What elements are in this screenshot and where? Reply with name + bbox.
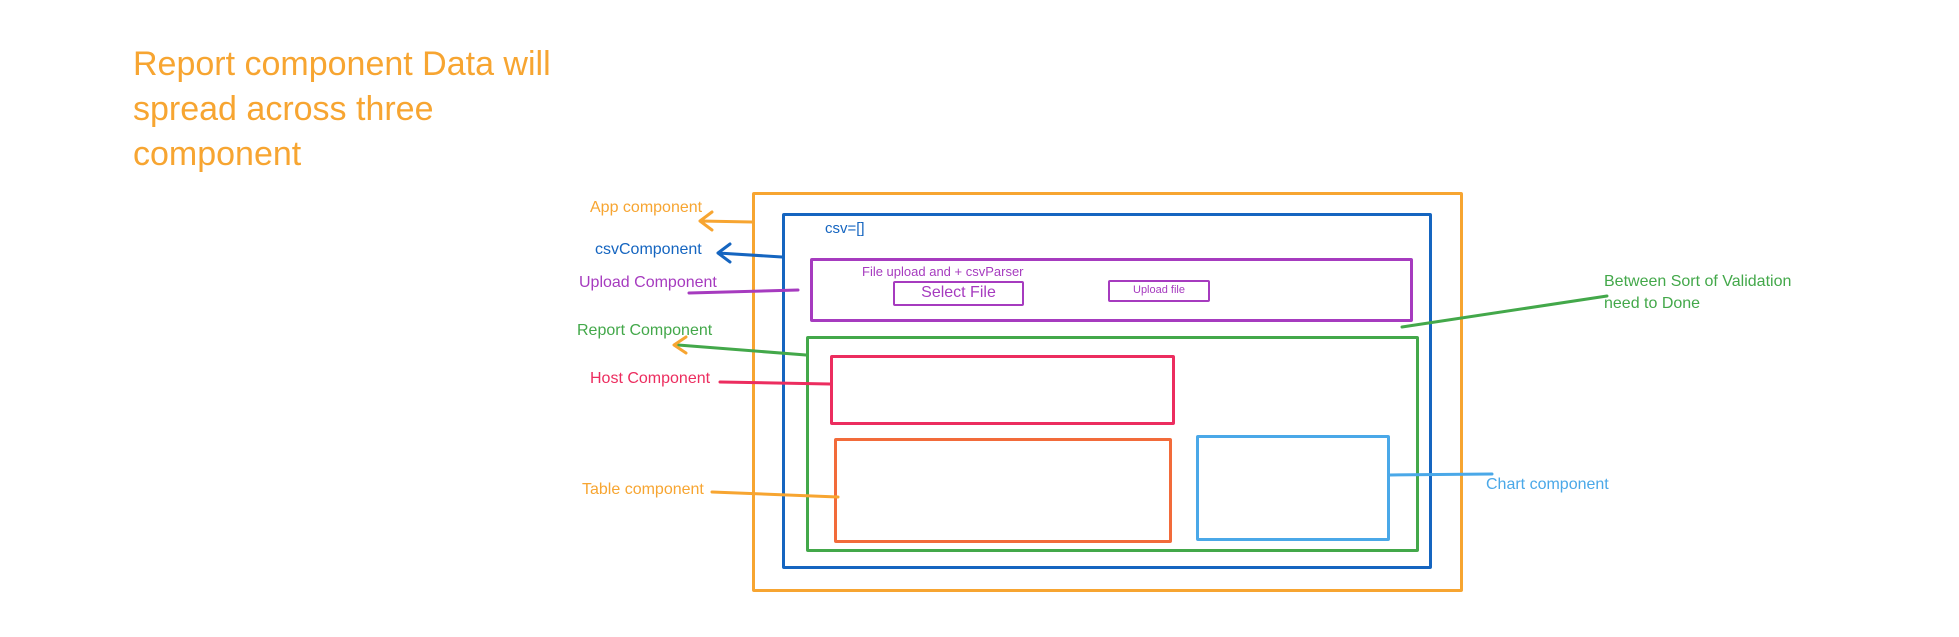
host-component-label: Host Component: [590, 370, 711, 387]
heading-line-3: component: [133, 135, 302, 173]
validation-note-line-2: need to Done: [1604, 295, 1701, 312]
heading-line-2: spread across three: [133, 90, 434, 128]
upload-component-label: Upload Component: [579, 274, 717, 291]
csv-component-label: csvComponent: [595, 241, 702, 258]
chart-component-box: [1196, 435, 1390, 541]
validation-note: Between Sort of Validation need to Done: [1604, 271, 1791, 315]
report-component-label: Report Component: [577, 322, 713, 339]
diagram-heading: Report component Data will spread across…: [133, 42, 603, 177]
csv-state-text: csv=[]: [825, 220, 865, 237]
chart-component-label: Chart component: [1486, 476, 1609, 493]
validation-note-line-1: Between Sort of Validation: [1604, 273, 1792, 290]
select-file-label: Select File: [921, 284, 996, 301]
table-component-label: Table component: [582, 481, 704, 498]
upload-file-button[interactable]: Upload file: [1108, 280, 1210, 302]
upload-caption: File upload and + csvParser: [862, 264, 1024, 279]
app-arrow: [698, 210, 754, 232]
table-component-box: [834, 438, 1172, 543]
upload-file-label: Upload file: [1133, 284, 1185, 296]
app-component-label: App component: [590, 199, 703, 216]
select-file-button[interactable]: Select File: [893, 281, 1024, 306]
heading-line-1: Report component Data will: [133, 45, 551, 83]
host-component-box: [830, 355, 1175, 425]
